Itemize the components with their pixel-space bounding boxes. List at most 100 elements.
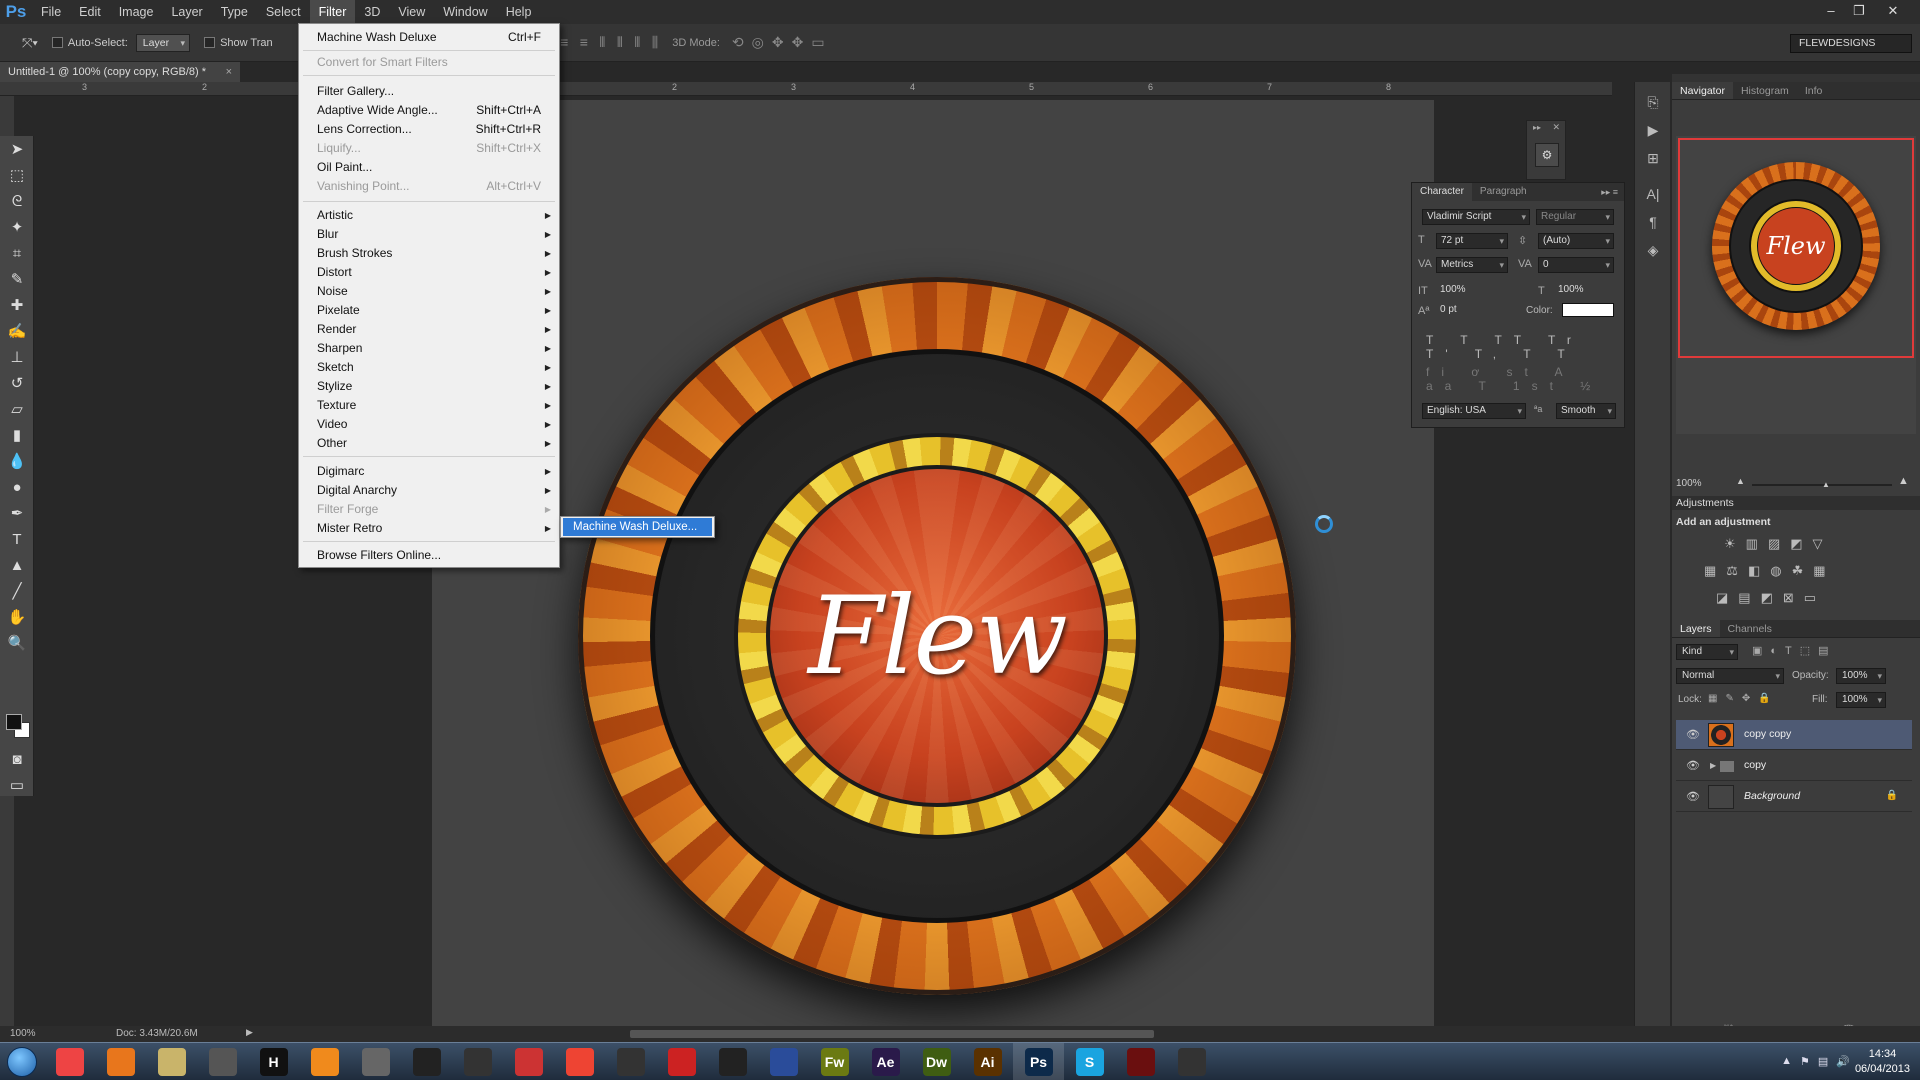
curves-icon[interactable]: ▨: [1768, 536, 1780, 552]
fill-field[interactable]: 100%: [1836, 692, 1886, 708]
taskbar-app-button[interactable]: [146, 1043, 197, 1080]
tool-presets-icon[interactable]: ⚙: [1535, 143, 1559, 167]
menu-layer[interactable]: Layer: [162, 0, 211, 24]
taskbar-app-button[interactable]: [1166, 1043, 1217, 1080]
font-style-dropdown[interactable]: Regular: [1536, 209, 1614, 225]
filter-group-sharpen[interactable]: Sharpen ▶: [299, 339, 559, 358]
tab-navigator[interactable]: Navigator: [1672, 82, 1733, 99]
network-icon[interactable]: ▤: [1818, 1055, 1828, 1068]
plugin-mister-retro[interactable]: Mister Retro ▶: [299, 519, 559, 538]
close-window-icon[interactable]: ✕: [1880, 0, 1906, 24]
magic-wand-tool-icon[interactable]: ✦: [0, 214, 34, 240]
auto-select-option[interactable]: Auto-Select:: [51, 37, 128, 49]
taskbar-app-button[interactable]: [197, 1043, 248, 1080]
visibility-eye-icon[interactable]: 👁: [1686, 759, 1700, 772]
taskbar-app-button[interactable]: S: [1064, 1043, 1115, 1080]
layer-filter-kind-dropdown[interactable]: Kind: [1676, 644, 1738, 660]
browse-filters-online-item[interactable]: Browse Filters Online...: [299, 546, 559, 565]
navigator-zoom-slider[interactable]: ▲: [1752, 480, 1892, 489]
tray-arrow-icon[interactable]: ▲: [1781, 1055, 1792, 1068]
hand-tool-icon[interactable]: ✋: [0, 604, 34, 630]
paragraph-panel-icon[interactable]: ¶: [1635, 208, 1671, 236]
font-size-field[interactable]: 72 pt: [1436, 233, 1508, 249]
levels-icon[interactable]: ▥: [1746, 536, 1758, 552]
tracking-field[interactable]: 0: [1538, 257, 1614, 273]
taskbar-app-button[interactable]: [95, 1043, 146, 1080]
taskbar-app-button[interactable]: [656, 1043, 707, 1080]
taskbar-app-button[interactable]: Fw: [809, 1043, 860, 1080]
blur-tool-icon[interactable]: 💧: [0, 448, 34, 474]
move-tool-icon[interactable]: ⤧▾: [22, 35, 38, 51]
layer-row[interactable]: 👁 copy copy: [1676, 720, 1912, 750]
menu-select[interactable]: Select: [257, 0, 310, 24]
system-clock[interactable]: 14:34 06/04/2013: [1855, 1047, 1910, 1077]
zoom-level-field[interactable]: 100%: [10, 1028, 36, 1039]
screen-mode-icon[interactable]: ▭: [0, 772, 34, 798]
zoom-in-icon[interactable]: ▲: [1898, 475, 1909, 487]
actions-icon[interactable]: ▶: [1635, 116, 1671, 144]
dodge-tool-icon[interactable]: ●: [0, 474, 34, 500]
brightness-contrast-icon[interactable]: ☀: [1724, 536, 1736, 552]
taskbar-app-button[interactable]: Ae: [860, 1043, 911, 1080]
menu-view[interactable]: View: [389, 0, 434, 24]
status-menu-arrow-icon[interactable]: ▶: [246, 1027, 253, 1038]
opentype-buttons[interactable]: fi ơ st A aa T 1st ½: [1426, 365, 1624, 393]
exposure-icon[interactable]: ◩: [1790, 536, 1802, 552]
vibrance-icon[interactable]: ▽: [1813, 536, 1823, 552]
adaptive-wide-angle-item[interactable]: Adaptive Wide Angle... Shift+Ctrl+A: [299, 101, 559, 120]
layer-group-row[interactable]: 👁 ▶ copy: [1676, 751, 1912, 781]
antialias-dropdown[interactable]: Smooth: [1556, 403, 1616, 419]
volume-icon[interactable]: 🔊: [1836, 1055, 1850, 1068]
filter-group-blur[interactable]: Blur ▶: [299, 225, 559, 244]
posterize-icon[interactable]: ▤: [1738, 590, 1750, 606]
panel-collapse-bar[interactable]: [1672, 74, 1920, 82]
taskbar-app-button[interactable]: Ps: [1013, 1042, 1064, 1080]
show-transform-option[interactable]: Show Tran: [204, 37, 273, 49]
taskbar-app-button[interactable]: [299, 1043, 350, 1080]
lock-icons[interactable]: ▦✎✥🔒: [1708, 693, 1779, 704]
align-left-icon[interactable]: ⦀: [599, 34, 605, 50]
filter-group-noise[interactable]: Noise ▶: [299, 282, 559, 301]
pen-tool-icon[interactable]: ✒: [0, 500, 34, 526]
machine-wash-deluxe-item[interactable]: Machine Wash Deluxe...: [563, 518, 712, 536]
eyedropper-tool-icon[interactable]: ✎: [0, 266, 34, 292]
auto-align-icon[interactable]: ⫼: [652, 34, 658, 50]
horizontal-scrollbar[interactable]: [630, 1030, 1154, 1038]
quick-mask-icon[interactable]: ◙: [0, 746, 34, 772]
filter-group-distort[interactable]: Distort ▶: [299, 263, 559, 282]
start-button[interactable]: [0, 1043, 44, 1080]
close-panel-icon[interactable]: ✕: [1552, 122, 1560, 133]
expand-panel-icon[interactable]: ▸▸: [1533, 123, 1541, 132]
canvas-area[interactable]: Flew: [34, 96, 1612, 1026]
lasso-tool-icon[interactable]: ᘓ: [0, 188, 34, 214]
align-bottom-icon[interactable]: ≡: [580, 34, 588, 50]
workspace-dropdown[interactable]: FLEWDESIGNS: [1790, 34, 1912, 53]
visibility-eye-icon[interactable]: 👁: [1686, 790, 1700, 803]
restore-icon[interactable]: ❐: [1846, 0, 1872, 24]
taskbar-app-button[interactable]: H: [248, 1043, 299, 1080]
type-tool-icon[interactable]: T: [0, 526, 34, 552]
invert-icon[interactable]: ◪: [1716, 590, 1728, 606]
language-dropdown[interactable]: English: USA: [1422, 403, 1526, 419]
menu-3d[interactable]: 3D: [355, 0, 389, 24]
zoom-out-icon[interactable]: ▲: [1736, 476, 1745, 486]
type-style-buttons[interactable]: T T TT Tr T' T, T T: [1426, 333, 1624, 361]
show-transform-checkbox[interactable]: [204, 37, 216, 48]
photo-filter-icon[interactable]: ◍: [1770, 563, 1781, 579]
plugin-digital-anarchy[interactable]: Digital Anarchy ▶: [299, 481, 559, 500]
threshold-icon[interactable]: ◩: [1761, 590, 1773, 606]
text-color-swatch[interactable]: [1562, 303, 1614, 317]
taskbar-app-button[interactable]: [44, 1043, 95, 1080]
black-white-icon[interactable]: ◧: [1748, 563, 1760, 579]
3d-panel-icon[interactable]: ◈: [1635, 236, 1671, 264]
filter-group-brush-strokes[interactable]: Brush Strokes ▶: [299, 244, 559, 263]
color-lookup-icon[interactable]: ▦: [1813, 563, 1825, 579]
align-middle-icon[interactable]: ≡: [560, 34, 568, 50]
panel-menu-icon[interactable]: ▸▸ ≡: [1601, 183, 1624, 201]
last-filter-item[interactable]: Machine Wash Deluxe Ctrl+F: [299, 28, 559, 47]
plugin-digimarc[interactable]: Digimarc ▶: [299, 462, 559, 481]
navigator-preview[interactable]: Flew: [1676, 136, 1916, 434]
tab-character[interactable]: Character: [1412, 183, 1472, 201]
taskbar-app-button[interactable]: [1115, 1043, 1166, 1080]
kerning-field[interactable]: Metrics: [1436, 257, 1508, 273]
